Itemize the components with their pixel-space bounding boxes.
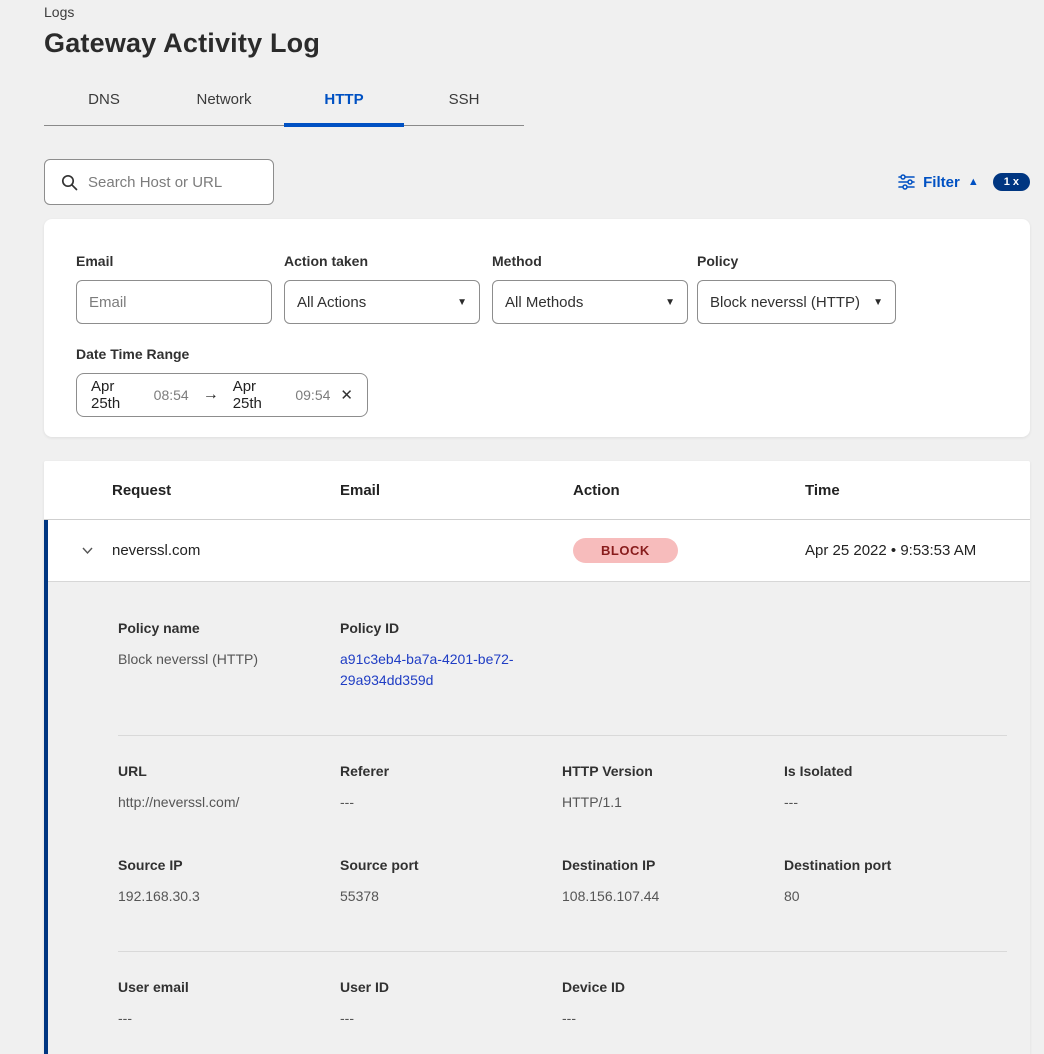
dropdown-caret-icon: ▼ xyxy=(665,297,675,308)
dropdown-caret-icon: ▼ xyxy=(457,297,467,308)
filter-collapse-caret-icon[interactable]: ▲ xyxy=(968,176,979,188)
search-box[interactable] xyxy=(44,159,274,205)
column-header-time: Time xyxy=(805,482,1030,499)
filter-count-badge[interactable]: 1 x xyxy=(993,173,1030,191)
dropdown-caret-icon: ▼ xyxy=(873,297,883,308)
expanded-log-entry: neverssl.com BLOCK Apr 25 2022 • 9:53:53… xyxy=(44,520,1030,1054)
http-request-section: URL http://neverssl.com/ Referer --- HTT… xyxy=(118,763,1007,925)
activity-log-table: Request Email Action Time neverssl.com B… xyxy=(44,461,1030,1054)
policy-name-value: Block neverssl (HTTP) xyxy=(118,649,340,670)
date-range-picker[interactable]: Apr 25th 08:54 → Apr 25th 09:54 ✕ xyxy=(76,373,368,417)
email-filter-group: Email xyxy=(76,253,272,324)
column-header-email: Email xyxy=(340,482,573,499)
tab-ssh[interactable]: SSH xyxy=(404,83,524,125)
method-filter-label: Method xyxy=(492,253,688,269)
chevron-down-icon xyxy=(80,543,95,558)
method-filter-group: Method All Methods ▼ xyxy=(492,253,688,324)
date-range-label: Date Time Range xyxy=(76,346,998,362)
http-version-field: HTTP Version HTTP/1.1 xyxy=(562,763,784,831)
destination-ip-field: Destination IP 108.156.107.44 xyxy=(562,857,784,925)
user-section: User email --- User ID --- Device ID --- xyxy=(118,979,1007,1047)
range-arrow-icon: → xyxy=(203,386,219,404)
email-filter-input[interactable] xyxy=(89,294,259,311)
filter-row-1: Email Action taken All Actions ▼ Method … xyxy=(76,253,998,324)
policy-id-field: Policy ID a91c3eb4-ba7a-4201-be72-29a934… xyxy=(340,620,562,709)
policy-id-link[interactable]: a91c3eb4-ba7a-4201-be72-29a934dd359d xyxy=(340,649,535,691)
search-icon xyxy=(61,174,78,191)
filter-controls: Filter ▲ 1 x xyxy=(898,173,1030,191)
table-header-row: Request Email Action Time xyxy=(44,461,1030,520)
tab-dns[interactable]: DNS xyxy=(44,83,164,125)
action-taken-selected-value: All Actions xyxy=(297,294,366,311)
user-email-field: User email --- xyxy=(118,979,340,1047)
log-entry-details: Policy name Block neverssl (HTTP) Policy… xyxy=(48,582,1030,1054)
filter-toggle-button[interactable]: Filter xyxy=(923,174,960,191)
policy-name-field: Policy name Block neverssl (HTTP) xyxy=(118,620,340,709)
section-divider xyxy=(118,735,1007,736)
clear-date-range-icon[interactable]: ✕ xyxy=(340,386,353,404)
block-status-badge: BLOCK xyxy=(573,538,678,563)
toolbar: Filter ▲ 1 x xyxy=(44,159,1030,205)
action-cell: BLOCK xyxy=(573,538,805,563)
filter-sliders-icon xyxy=(898,174,915,190)
action-taken-filter-group: Action taken All Actions ▼ xyxy=(284,253,480,324)
url-field: URL http://neverssl.com/ xyxy=(118,763,340,831)
email-filter-label: Email xyxy=(76,253,272,269)
source-port-field: Source port 55378 xyxy=(340,857,562,925)
table-row[interactable]: neverssl.com BLOCK Apr 25 2022 • 9:53:53… xyxy=(48,520,1030,582)
method-selected-value: All Methods xyxy=(505,294,583,311)
page-title: Gateway Activity Log xyxy=(44,28,1030,59)
source-ip-field: Source IP 192.168.30.3 xyxy=(118,857,340,925)
action-taken-filter-label: Action taken xyxy=(284,253,480,269)
destination-port-field: Destination port 80 xyxy=(784,857,1007,925)
policy-filter-label: Policy xyxy=(697,253,896,269)
request-cell: neverssl.com xyxy=(112,542,340,559)
search-input[interactable] xyxy=(88,174,259,191)
date-range-filter-group: Date Time Range Apr 25th 08:54 → Apr 25t… xyxy=(76,346,998,417)
breadcrumb: Logs xyxy=(44,4,1030,20)
referer-field: Referer --- xyxy=(340,763,562,831)
policy-filter-group: Policy Block neverssl (HTTP) ▼ xyxy=(697,253,896,324)
is-isolated-field: Is Isolated --- xyxy=(784,763,1007,831)
user-id-field: User ID --- xyxy=(340,979,562,1047)
start-time[interactable]: 08:54 xyxy=(154,387,189,403)
column-header-request: Request xyxy=(112,482,340,499)
tab-http[interactable]: HTTP xyxy=(284,83,404,125)
filter-panel: Email Action taken All Actions ▼ Method … xyxy=(44,219,1030,437)
policy-name-label: Policy name xyxy=(118,620,340,636)
end-time[interactable]: 09:54 xyxy=(295,387,330,403)
time-cell: Apr 25 2022 • 9:53:53 AM xyxy=(805,542,1030,559)
tab-network[interactable]: Network xyxy=(164,83,284,125)
policy-selected-value: Block neverssl (HTTP) xyxy=(710,294,860,311)
policy-section: Policy name Block neverssl (HTTP) Policy… xyxy=(118,620,1007,709)
log-type-tabs: DNS Network HTTP SSH xyxy=(44,83,524,126)
column-header-action: Action xyxy=(573,482,805,499)
email-filter-field[interactable] xyxy=(76,280,272,324)
method-select[interactable]: All Methods ▼ xyxy=(492,280,688,324)
start-date[interactable]: Apr 25th xyxy=(91,378,144,412)
section-divider xyxy=(118,951,1007,952)
policy-select[interactable]: Block neverssl (HTTP) ▼ xyxy=(697,280,896,324)
collapse-row-control[interactable] xyxy=(48,543,112,558)
policy-id-label: Policy ID xyxy=(340,620,562,636)
end-date[interactable]: Apr 25th xyxy=(233,378,286,412)
gateway-activity-log-page: Logs Gateway Activity Log DNS Network HT… xyxy=(0,0,1044,1054)
device-id-field: Device ID --- xyxy=(562,979,784,1047)
action-taken-select[interactable]: All Actions ▼ xyxy=(284,280,480,324)
